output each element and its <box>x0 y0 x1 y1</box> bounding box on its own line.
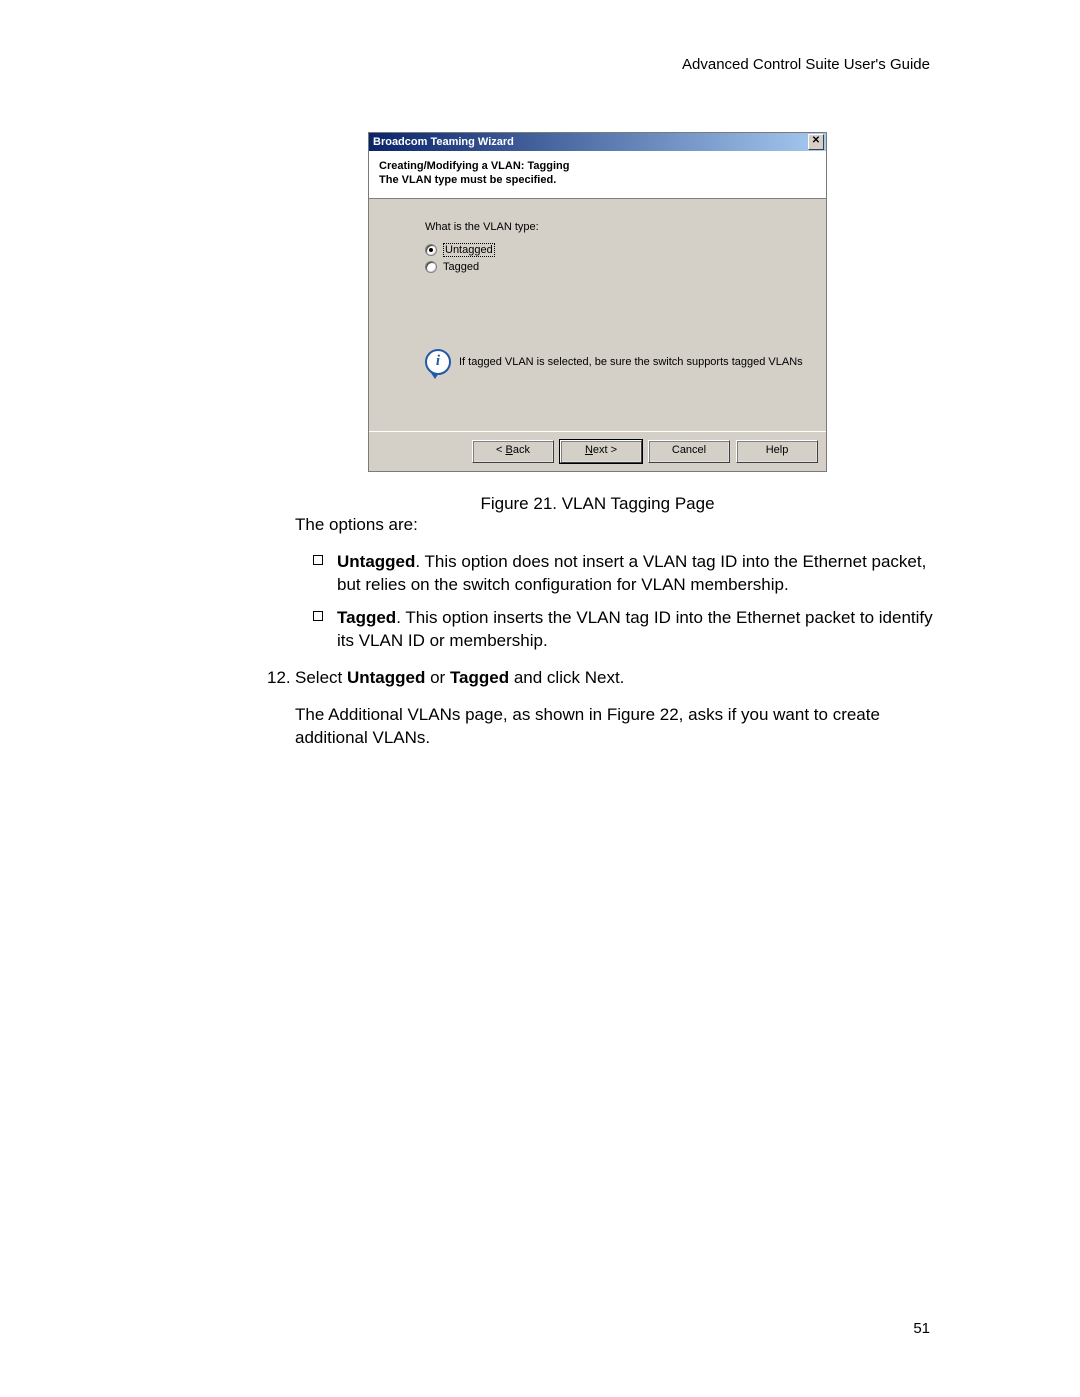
radio-untagged-label: Untagged <box>443 243 495 257</box>
step-post: and click Next. <box>509 668 624 687</box>
dialog-button-row: < Back Next > Cancel Help <box>369 431 826 471</box>
options-list: Untagged. This option does not insert a … <box>313 551 935 653</box>
wizard-dialog: Broadcom Teaming Wizard ✕ Creating/Modif… <box>368 132 827 472</box>
page-number: 51 <box>913 1320 930 1337</box>
info-icon: i <box>425 349 451 375</box>
radio-untagged[interactable]: Untagged <box>425 243 816 257</box>
running-header: Advanced Control Suite User's Guide <box>682 56 930 73</box>
option-tagged: Tagged. This option inserts the VLAN tag… <box>313 607 935 653</box>
back-rest: ack <box>513 444 530 456</box>
step-term-untagged: Untagged <box>347 668 425 687</box>
dialog-heading-line1: Creating/Modifying a VLAN: Tagging <box>379 159 816 173</box>
back-mnemonic: B <box>506 444 513 456</box>
back-prefix: < <box>496 444 505 456</box>
info-callout: i If tagged VLAN is selected, be sure th… <box>425 349 803 375</box>
cancel-button[interactable]: Cancel <box>648 440 730 463</box>
next-mnemonic: N <box>585 444 593 456</box>
step-number: 12. <box>267 667 295 690</box>
step-pre: Select <box>295 668 347 687</box>
back-button[interactable]: < Back <box>472 440 554 463</box>
help-button[interactable]: Help <box>736 440 818 463</box>
option-untagged-desc: . This option does not insert a VLAN tag… <box>337 552 926 594</box>
close-icon[interactable]: ✕ <box>808 134 824 150</box>
figure-caption: Figure 21. VLAN Tagging Page <box>368 494 827 514</box>
vlan-type-question: What is the VLAN type: <box>425 221 816 233</box>
step-12: 12. Select Untagged or Tagged and click … <box>267 667 935 690</box>
option-untagged: Untagged. This option does not insert a … <box>313 551 935 597</box>
options-intro: The options are: <box>295 514 935 537</box>
option-tagged-desc: . This option inserts the VLAN tag ID in… <box>337 608 933 650</box>
dialog-heading: Creating/Modifying a VLAN: Tagging The V… <box>369 151 826 199</box>
radio-tagged-label: Tagged <box>443 261 479 273</box>
next-button[interactable]: Next > <box>560 440 642 463</box>
figure-21: Broadcom Teaming Wizard ✕ Creating/Modif… <box>368 132 827 514</box>
dialog-title: Broadcom Teaming Wizard <box>373 136 808 148</box>
dialog-heading-line2: The VLAN type must be specified. <box>379 173 816 187</box>
step-mid: or <box>425 668 450 687</box>
step-instruction: Select Untagged or Tagged and click Next… <box>295 667 935 690</box>
step-term-tagged: Tagged <box>450 668 509 687</box>
dialog-body: What is the VLAN type: Untagged Tagged i… <box>369 199 826 431</box>
radio-tagged[interactable]: Tagged <box>425 261 816 273</box>
document-page: Advanced Control Suite User's Guide Broa… <box>0 0 1080 1397</box>
option-tagged-term: Tagged <box>337 608 396 627</box>
dialog-titlebar: Broadcom Teaming Wizard ✕ <box>369 133 826 151</box>
body-content: The options are: Untagged. This option d… <box>295 514 935 764</box>
next-rest: ext > <box>593 444 617 456</box>
info-text: If tagged VLAN is selected, be sure the … <box>459 356 803 368</box>
option-untagged-term: Untagged <box>337 552 415 571</box>
radio-button-icon <box>425 244 437 256</box>
radio-button-icon <box>425 261 437 273</box>
step-followup: The Additional VLANs page, as shown in F… <box>295 704 935 750</box>
